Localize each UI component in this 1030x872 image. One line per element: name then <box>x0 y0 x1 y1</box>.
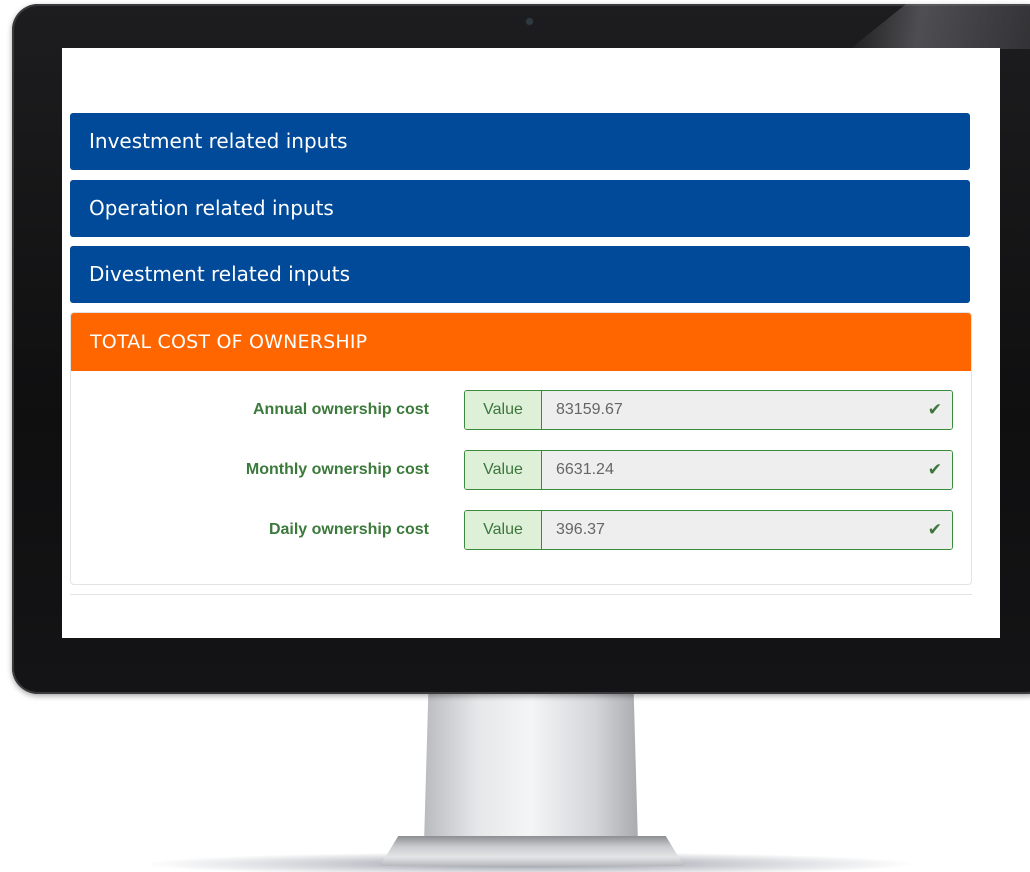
monitor-stand-neck <box>424 694 638 844</box>
panel-investment-inputs[interactable]: Investment related inputs <box>70 113 970 170</box>
monthly-cost-field[interactable]: 6631.24 ✔ <box>542 451 952 489</box>
daily-cost-addon: Value <box>465 511 542 549</box>
annual-cost-addon: Value <box>465 391 542 429</box>
daily-cost-input-group: Value 396.37 ✔ <box>464 510 953 550</box>
monitor-mockup: Investment related inputs Operation rela… <box>0 0 1030 872</box>
annual-cost-row: Annual ownership cost Value 83159.67 ✔ <box>71 390 971 430</box>
tco-panel-title[interactable]: TOTAL COST OF OWNERSHIP <box>71 313 971 371</box>
daily-cost-value: 396.37 <box>556 521 605 538</box>
panel-operation-inputs[interactable]: Operation related inputs <box>70 180 970 237</box>
monthly-cost-row: Monthly ownership cost Value 6631.24 ✔ <box>71 450 971 490</box>
monthly-cost-value: 6631.24 <box>556 461 614 478</box>
check-icon: ✔ <box>927 400 942 420</box>
monthly-cost-addon: Value <box>465 451 542 489</box>
panel-divestment-inputs[interactable]: Divestment related inputs <box>70 246 970 303</box>
daily-cost-row: Daily ownership cost Value 396.37 ✔ <box>71 510 971 550</box>
content-divider <box>70 594 972 595</box>
camera-icon <box>526 18 533 25</box>
monthly-cost-input-group: Value 6631.24 ✔ <box>464 450 953 490</box>
check-icon: ✔ <box>927 460 942 480</box>
tco-panel: TOTAL COST OF OWNERSHIP Annual ownership… <box>70 312 972 585</box>
monthly-cost-label: Monthly ownership cost <box>245 461 429 478</box>
screen: Investment related inputs Operation rela… <box>62 48 1000 638</box>
daily-cost-label: Daily ownership cost <box>268 521 429 538</box>
annual-cost-label: Annual ownership cost <box>252 401 429 418</box>
monitor-stand-base <box>380 836 684 866</box>
annual-cost-input-group: Value 83159.67 ✔ <box>464 390 953 430</box>
annual-cost-value: 83159.67 <box>556 401 623 418</box>
check-icon: ✔ <box>927 520 942 540</box>
daily-cost-field[interactable]: 396.37 ✔ <box>542 511 952 549</box>
annual-cost-field[interactable]: 83159.67 ✔ <box>542 391 952 429</box>
